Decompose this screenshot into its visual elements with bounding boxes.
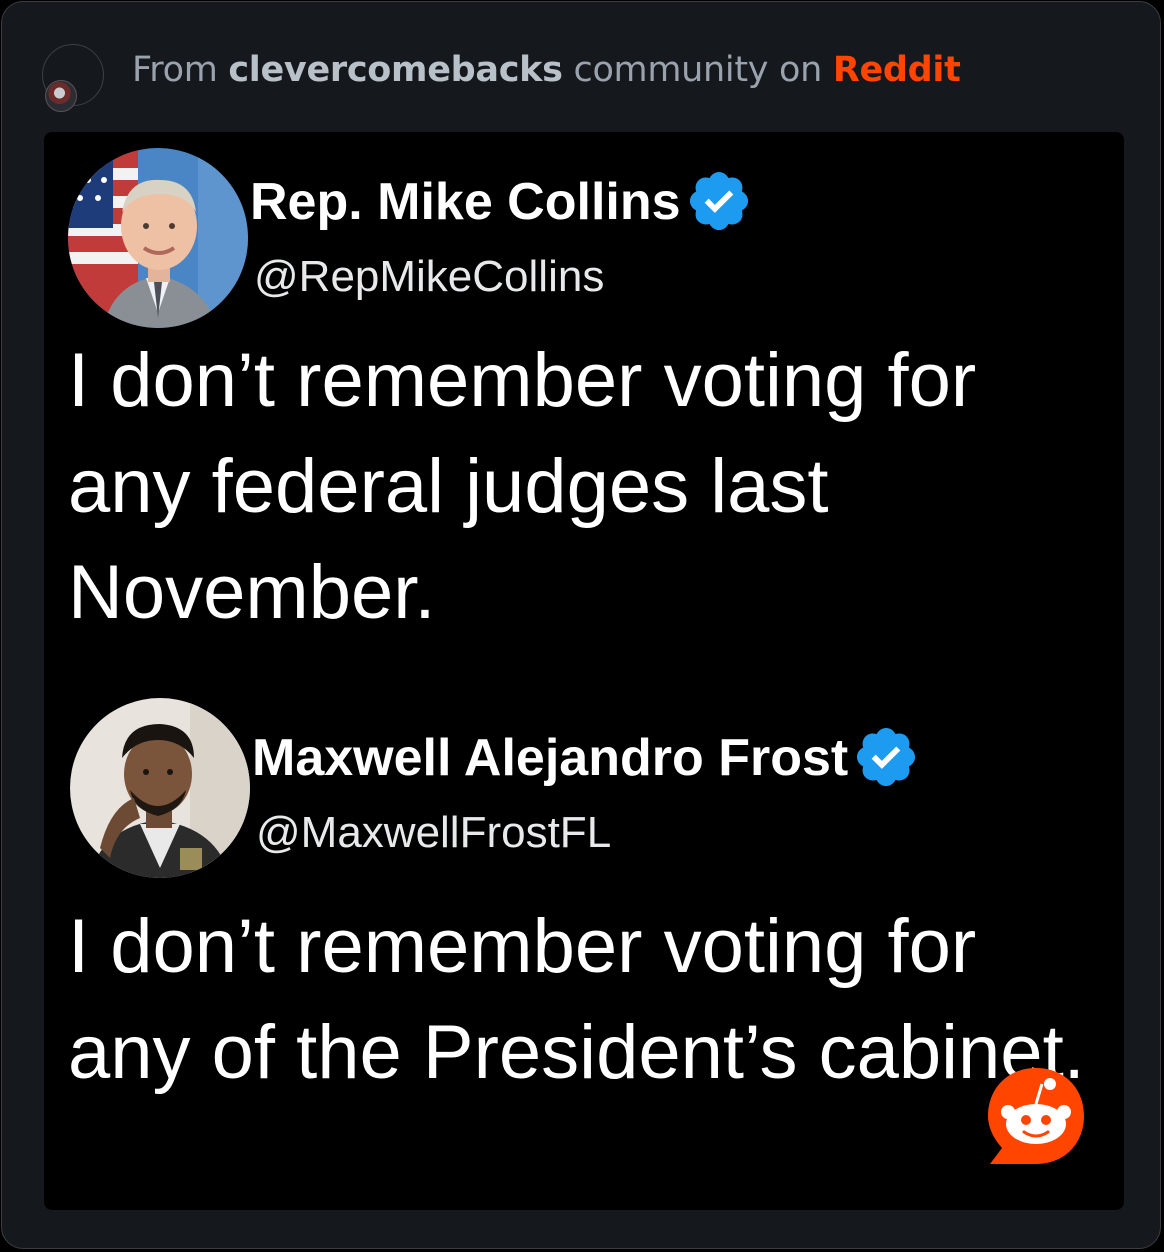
- reddit-link[interactable]: Reddit: [833, 50, 961, 90]
- tweet-author-name[interactable]: Maxwell Alejandro Frost: [252, 728, 920, 791]
- frost-portrait-image: [70, 698, 250, 878]
- tweet-avatar-collins: [68, 148, 248, 328]
- author-name-frost: Maxwell Alejandro Frost: [252, 729, 849, 787]
- collins-portrait-image: [68, 148, 248, 328]
- tweet-text-collins: I don’t remember voting for any federal …: [68, 338, 977, 635]
- source-line: From clevercomebacks community on Reddit: [132, 50, 961, 90]
- reddit-snoo-icon: [988, 1068, 1084, 1164]
- community-avatar[interactable]: [45, 80, 77, 112]
- tweet-author-handle[interactable]: @MaxwellFrostFL: [256, 808, 611, 858]
- verified-badge-icon: [689, 172, 748, 231]
- post-image[interactable]: Rep. Mike Collins @RepMikeCollins I don’…: [44, 132, 1124, 1210]
- reddit-share-card: From clevercomebacks community on Reddit: [1, 1, 1161, 1249]
- community-name-link[interactable]: clevercomebacks: [228, 50, 563, 90]
- source-prefix: From: [132, 50, 229, 90]
- tweet-author-name[interactable]: Rep. Mike Collins: [250, 172, 753, 235]
- tweet-avatar-frost: [70, 698, 250, 878]
- source-middle: community on: [562, 50, 833, 90]
- tweet-author-handle[interactable]: @RepMikeCollins: [254, 252, 604, 302]
- card-header: From clevercomebacks community on Reddit: [42, 42, 1042, 112]
- verified-badge-icon: [857, 728, 916, 787]
- author-name-collins: Rep. Mike Collins: [250, 173, 681, 231]
- tweet-text-frost: I don’t remember voting for any of the P…: [68, 904, 1085, 1095]
